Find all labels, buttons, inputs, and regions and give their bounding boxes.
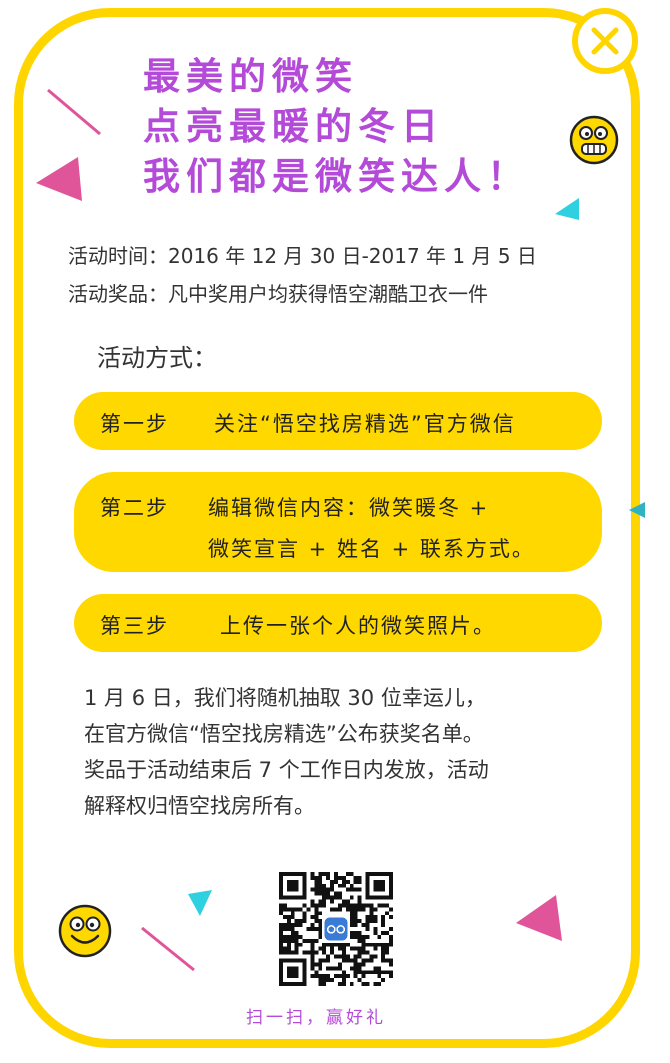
qr-caption: 扫一扫，赢好礼	[246, 1008, 386, 1028]
step-1-text: 关注“悟空找房精选”官方微信	[214, 412, 516, 436]
step-3-text: 上传一张个人的微笑照片。	[220, 614, 496, 638]
activity-time: 活动时间：2016 年 12 月 30 日-2017 年 1 月 5 日	[68, 244, 537, 268]
step-2-card: 第二步 编辑微信内容：微笑暖冬 + 微笑宣言 + 姓名 + 联系方式。	[74, 472, 602, 572]
title-line-1: 最美的微笑	[143, 55, 358, 98]
pink-triangle-decoration	[36, 157, 82, 201]
method-title: 活动方式：	[97, 344, 217, 372]
rules-line: 解释权归悟空找房所有。	[84, 794, 315, 818]
grinning-face-icon	[569, 115, 619, 165]
close-icon	[591, 27, 619, 55]
qr-code-icon	[279, 872, 393, 986]
rules-line: 奖品于活动结束后 7 个工作日内发放，活动	[84, 758, 489, 782]
step-2-number: 第二步	[100, 496, 169, 520]
title-line-3: 我们都是微笑达人！	[143, 155, 530, 198]
step-1-number: 第一步	[100, 412, 169, 436]
step-3-card: 第三步 上传一张个人的微笑照片。	[74, 594, 602, 652]
step-2-text-line2: 微笑宣言 + 姓名 + 联系方式。	[208, 537, 535, 561]
rules-line: 在官方微信“悟空找房精选”公布获奖名单。	[84, 722, 484, 746]
pink-line-decoration	[141, 926, 195, 972]
step-2-text: 编辑微信内容：微笑暖冬 +	[208, 496, 490, 520]
step-3-number: 第三步	[100, 614, 169, 638]
teal-triangle-decoration	[629, 502, 645, 518]
cyan-triangle-decoration	[555, 198, 579, 220]
rules-paragraph: 1 月 6 日，我们将随机抽取 30 位幸运儿， 在官方微信“悟空找房精选”公布…	[84, 680, 614, 824]
rules-line: 1 月 6 日，我们将随机抽取 30 位幸运儿，	[84, 686, 486, 710]
step-1-card: 第一步 关注“悟空找房精选”官方微信	[74, 392, 602, 450]
pink-triangle-decoration	[516, 895, 562, 941]
activity-prize: 活动奖品：凡中奖用户均获得悟空潮酷卫衣一件	[68, 282, 488, 306]
close-button[interactable]	[572, 8, 638, 74]
title-line-2: 点亮最暖的冬日	[143, 105, 444, 148]
cyan-triangle-decoration	[188, 890, 212, 916]
pink-line-decoration	[47, 88, 101, 136]
smiling-face-icon	[58, 904, 112, 958]
